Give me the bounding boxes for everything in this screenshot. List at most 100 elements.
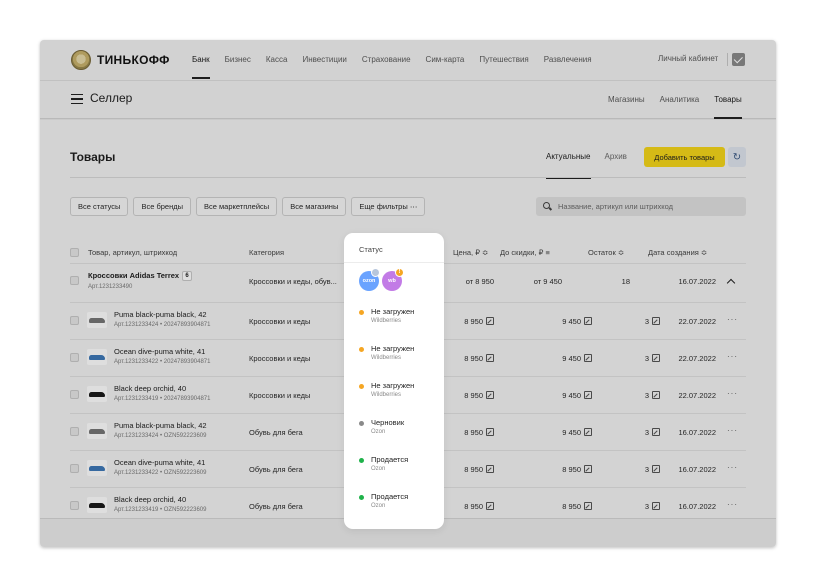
edit-icon[interactable] <box>584 465 592 473</box>
discount-value: 9 450 <box>562 317 581 326</box>
edit-icon[interactable] <box>652 465 660 473</box>
nav-item-kassa[interactable]: Касса <box>266 40 288 80</box>
product-name[interactable]: Ocean dive-puma white, 41 <box>114 458 205 467</box>
edit-icon[interactable] <box>584 354 592 362</box>
chevron-up-icon[interactable] <box>726 278 736 288</box>
price[interactable]: 8 950 <box>464 465 494 474</box>
column-product: Товар, артикул, штрихкод <box>88 248 178 257</box>
column-stock[interactable]: Остаток ≎ <box>588 248 624 257</box>
edit-icon[interactable] <box>584 317 592 325</box>
row-checkbox[interactable] <box>70 353 79 362</box>
nav-item-bank[interactable]: Банк <box>192 40 210 80</box>
stock[interactable]: 3 <box>645 502 660 511</box>
edit-icon[interactable] <box>652 317 660 325</box>
product-thumbnail <box>87 460 107 476</box>
stock[interactable]: 3 <box>645 317 660 326</box>
edit-icon[interactable] <box>652 502 660 510</box>
brand-logo[interactable]: ТИНЬКОФФ <box>71 50 170 70</box>
product-name[interactable]: Puma black-puma black, 42 <box>114 421 207 430</box>
product-name[interactable]: Ocean dive-puma white, 41 <box>114 347 205 356</box>
discount-price[interactable]: 9 450 <box>562 354 592 363</box>
more-icon[interactable]: ··· <box>727 500 738 509</box>
edit-icon[interactable] <box>486 428 494 436</box>
edit-icon[interactable] <box>652 354 660 362</box>
stock-value: 3 <box>644 391 649 400</box>
row-checkbox[interactable] <box>70 464 79 473</box>
stock[interactable]: 3 <box>645 428 660 437</box>
status-header: Статус <box>359 245 383 254</box>
discount-price[interactable]: 9 450 <box>562 428 592 437</box>
sneaker-icon <box>89 429 105 434</box>
subnav-item-analytics[interactable]: Аналитика <box>660 81 700 119</box>
nav-item-investments[interactable]: Инвестиции <box>302 40 346 80</box>
nav-item-travel[interactable]: Путешествия <box>479 40 528 80</box>
select-all-checkbox[interactable] <box>70 248 79 257</box>
status-label: Не загружен <box>371 307 415 316</box>
more-icon[interactable]: ··· <box>727 315 738 324</box>
tab-archive[interactable]: Архив <box>605 146 627 176</box>
filter-marketplace[interactable]: Все маркетплейсы <box>196 197 278 216</box>
discount-price[interactable]: 8 950 <box>562 465 592 474</box>
product-name[interactable]: Black deep orchid, 40 <box>114 384 186 393</box>
row-checkbox[interactable] <box>70 390 79 399</box>
status-marketplace: Wildberries <box>371 318 402 324</box>
nav-item-business[interactable]: Бизнес <box>225 40 251 80</box>
subnav-item-shops[interactable]: Магазины <box>608 81 645 119</box>
nav-item-insurance[interactable]: Страхование <box>362 40 411 80</box>
edit-icon[interactable] <box>486 354 494 362</box>
stock[interactable]: 3 <box>645 391 660 400</box>
more-icon[interactable]: ··· <box>727 426 738 435</box>
account-check-icon[interactable] <box>732 53 745 66</box>
row-checkbox[interactable] <box>70 427 79 436</box>
edit-icon[interactable] <box>652 428 660 436</box>
discount-price[interactable]: 9 450 <box>562 391 592 400</box>
edit-icon[interactable] <box>486 317 494 325</box>
price[interactable]: 8 950 <box>464 428 494 437</box>
product-name[interactable]: Black deep orchid, 40 <box>114 495 186 504</box>
subnav-item-products[interactable]: Товары <box>714 81 742 119</box>
column-created[interactable]: Дата создания ≎ <box>648 248 707 257</box>
more-icon[interactable]: ··· <box>727 463 738 472</box>
stock-value: 3 <box>644 428 649 437</box>
tab-actual[interactable]: Актуальные <box>546 146 591 179</box>
nav-item-entertainment[interactable]: Развлечения <box>544 40 592 80</box>
edit-icon[interactable] <box>652 391 660 399</box>
edit-icon[interactable] <box>486 502 494 510</box>
price-value: 8 950 <box>464 428 483 437</box>
stock[interactable]: 3 <box>645 354 660 363</box>
shield-logo-icon <box>71 50 91 70</box>
discount-price[interactable]: 8 950 <box>562 502 592 511</box>
price[interactable]: 8 950 <box>464 391 494 400</box>
nav-item-sim[interactable]: Сим-карта <box>426 40 465 80</box>
edit-icon[interactable] <box>584 502 592 510</box>
column-price[interactable]: Цена, ₽ ≎ <box>453 248 488 257</box>
filter-status[interactable]: Все статусы <box>70 197 129 216</box>
row-checkbox[interactable] <box>70 501 79 510</box>
search-input[interactable] <box>558 199 738 214</box>
more-icon[interactable]: ··· <box>727 352 738 361</box>
product-thumbnail <box>87 312 107 328</box>
refresh-icon[interactable]: ↻ <box>728 147 746 167</box>
product-name[interactable]: Puma black-puma black, 42 <box>114 310 207 319</box>
edit-icon[interactable] <box>584 428 592 436</box>
menu-icon[interactable] <box>71 94 83 104</box>
price[interactable]: 8 950 <box>464 502 494 511</box>
filter-brand[interactable]: Все бренды <box>133 197 192 216</box>
edit-icon[interactable] <box>486 391 494 399</box>
discount-value: 9 450 <box>562 428 581 437</box>
created-date: 16.07.2022 <box>678 277 716 286</box>
column-discount-price[interactable]: До скидки, ₽ ≡ <box>500 248 550 257</box>
more-icon[interactable]: ··· <box>727 389 738 398</box>
row-checkbox[interactable] <box>70 276 79 285</box>
edit-icon[interactable] <box>486 465 494 473</box>
add-products-button[interactable]: Добавить товары <box>644 147 725 167</box>
row-checkbox[interactable] <box>70 316 79 325</box>
discount-price[interactable]: 9 450 <box>562 317 592 326</box>
filter-more[interactable]: Еще фильтры ⋯ <box>351 197 426 216</box>
edit-icon[interactable] <box>584 391 592 399</box>
account-link[interactable]: Личный кабинет <box>658 54 718 63</box>
price[interactable]: 8 950 <box>464 354 494 363</box>
filter-shop[interactable]: Все магазины <box>282 197 347 216</box>
price[interactable]: 8 950 <box>464 317 494 326</box>
stock[interactable]: 3 <box>645 465 660 474</box>
